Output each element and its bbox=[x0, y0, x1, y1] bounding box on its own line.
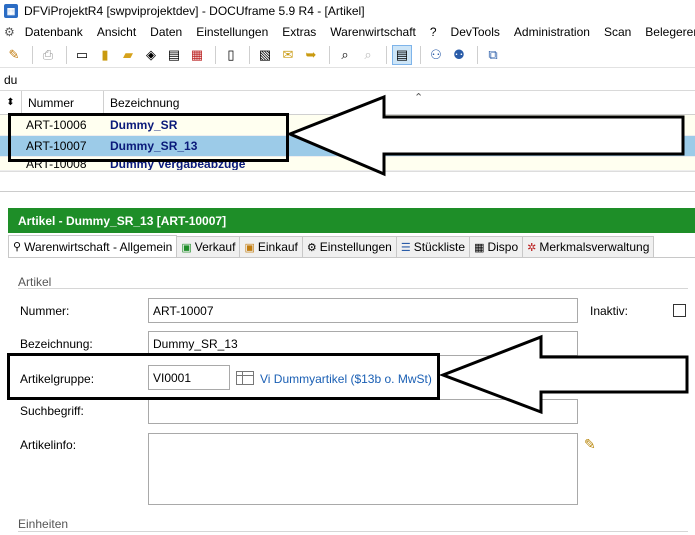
toolbar-separator bbox=[329, 46, 330, 64]
column-header-bezeichnung[interactable]: Bezeichnung bbox=[104, 91, 695, 114]
purchase-icon: ▣ bbox=[244, 241, 255, 254]
sale-icon: ▣ bbox=[181, 241, 192, 254]
new-record-icon[interactable]: ✎ bbox=[4, 45, 24, 65]
card-icon[interactable]: ▭ bbox=[72, 45, 92, 65]
menu-devtools[interactable]: DevTools bbox=[451, 25, 500, 39]
section-divider bbox=[18, 288, 688, 289]
column-header-nummer[interactable]: Nummer bbox=[22, 91, 104, 114]
features-icon: ✲ bbox=[527, 241, 537, 254]
tab-verkauf[interactable]: ▣ Verkauf bbox=[176, 236, 241, 257]
list-icon: ☰ bbox=[400, 241, 411, 254]
menu-warenwirtschaft[interactable]: Warenwirtschaft bbox=[330, 25, 416, 39]
sort-toggle-icon[interactable]: ⬍ bbox=[0, 91, 22, 114]
inaktiv-checkbox[interactable] bbox=[673, 304, 686, 317]
menu-einstellungen[interactable]: Einstellungen bbox=[196, 25, 268, 39]
print-icon[interactable]: ⎙ bbox=[38, 45, 58, 65]
filter-input[interactable] bbox=[4, 72, 604, 87]
paperclip-icon: ⚲ bbox=[13, 241, 22, 253]
tag-icon[interactable]: ◈ bbox=[141, 45, 161, 65]
tab-dispo[interactable]: ▦ Dispo bbox=[469, 236, 524, 257]
user-transfer-icon[interactable]: ⚇ bbox=[426, 45, 446, 65]
grid-header: ⬍ Nummer Bezeichnung bbox=[0, 91, 695, 115]
title-bar: ▦ DFViProjektR4 [swpviprojektdev] - DOCU… bbox=[0, 0, 695, 22]
sort-caret-icon: ⌃ bbox=[414, 92, 424, 104]
edit-pencil-icon[interactable]: ✎ bbox=[584, 436, 596, 453]
toolbar-separator bbox=[32, 46, 33, 64]
book-icon[interactable]: ▮ bbox=[95, 45, 115, 65]
annotation-highlight-box bbox=[7, 353, 440, 400]
calendar-icon[interactable]: ▦ bbox=[187, 45, 207, 65]
menu-ansicht[interactable]: Ansicht bbox=[97, 25, 136, 39]
toolbar: ✎ ⎙ ▭ ▮ ▰ ◈ ▤ ▦ ▯ ▧ ✉ ➥ ⌕ ⌕ ▤ ⚇ ⚉ ⧉ bbox=[0, 43, 695, 68]
detail-header: Artikel - Dummy_SR_13 [ART-10007] bbox=[8, 208, 695, 233]
link-icon[interactable]: ⧉ bbox=[483, 45, 503, 65]
toolbar-separator bbox=[477, 46, 478, 64]
toolbar-separator bbox=[66, 46, 67, 64]
note-icon[interactable]: ▤ bbox=[164, 45, 184, 65]
calendar-icon: ▦ bbox=[474, 241, 485, 254]
menu-bar: ⚙ Datenbank Ansicht Daten Einstellungen … bbox=[0, 22, 695, 42]
app-icon: ▦ bbox=[4, 4, 18, 18]
tab-stueckliste[interactable]: ☰ Stückliste bbox=[395, 236, 471, 257]
tab-strip: ⚲ Warenwirtschaft - Allgemein ▣ Verkauf … bbox=[8, 235, 695, 258]
label-nummer: Nummer: bbox=[20, 304, 70, 318]
menu-extras[interactable]: Extras bbox=[282, 25, 316, 39]
toolbar-separator bbox=[215, 46, 216, 64]
panel-splitter[interactable] bbox=[0, 191, 695, 192]
tab-einkauf[interactable]: ▣ Einkauf bbox=[239, 236, 303, 257]
label-inaktiv: Inaktiv: bbox=[590, 304, 629, 318]
annotation-highlight-box bbox=[8, 113, 289, 162]
menu-daten[interactable]: Daten bbox=[150, 25, 182, 39]
search-icon[interactable]: ⌕ bbox=[335, 45, 355, 65]
menu-belegerer[interactable]: Belegerer bbox=[645, 25, 695, 39]
system-menu-icon[interactable]: ⚙ bbox=[4, 25, 15, 39]
label-artikelinfo: Artikelinfo: bbox=[20, 438, 77, 452]
export-icon[interactable]: ➥ bbox=[301, 45, 321, 65]
section-divider bbox=[18, 531, 688, 532]
section-title-einheiten: Einheiten bbox=[18, 517, 69, 531]
nummer-field[interactable]: ART-10007 bbox=[148, 298, 578, 323]
user-group-icon[interactable]: ⚉ bbox=[449, 45, 469, 65]
suchbegriff-field[interactable] bbox=[148, 399, 578, 424]
menu-datenbank[interactable]: Datenbank bbox=[25, 25, 83, 39]
artikelinfo-field[interactable] bbox=[148, 433, 578, 505]
menu-help[interactable]: ? bbox=[430, 25, 437, 39]
toolbar-separator bbox=[249, 46, 250, 64]
tab-warenwirtschaft-allgemein[interactable]: ⚲ Warenwirtschaft - Allgemein bbox=[8, 235, 178, 257]
horizontal-scrollbar[interactable] bbox=[0, 171, 695, 187]
filter-bar bbox=[0, 69, 695, 91]
phone-icon[interactable]: ▯ bbox=[221, 45, 241, 65]
window-title: DFViProjektR4 [swpviprojektdev] - DOCUfr… bbox=[24, 4, 365, 18]
search-disabled-icon: ⌕ bbox=[364, 47, 372, 62]
toolbar-separator bbox=[420, 46, 421, 64]
menu-scan[interactable]: Scan bbox=[604, 25, 631, 39]
image-icon[interactable]: ▧ bbox=[255, 45, 275, 65]
detail-view-icon[interactable]: ▤ bbox=[392, 45, 412, 65]
gear-icon: ⚙ bbox=[306, 241, 317, 254]
folder-icon[interactable]: ▰ bbox=[118, 45, 138, 65]
tab-merkmalsverwaltung[interactable]: ✲ Merkmalsverwaltung bbox=[522, 236, 655, 257]
label-bezeichnung: Bezeichnung: bbox=[20, 337, 93, 351]
mail-icon[interactable]: ✉ bbox=[278, 45, 298, 65]
menu-administration[interactable]: Administration bbox=[514, 25, 590, 39]
tab-einstellungen[interactable]: ⚙ Einstellungen bbox=[301, 236, 397, 257]
toolbar-separator bbox=[386, 46, 387, 64]
section-title-artikel: Artikel bbox=[18, 275, 52, 289]
label-suchbegriff: Suchbegriff: bbox=[20, 404, 84, 418]
